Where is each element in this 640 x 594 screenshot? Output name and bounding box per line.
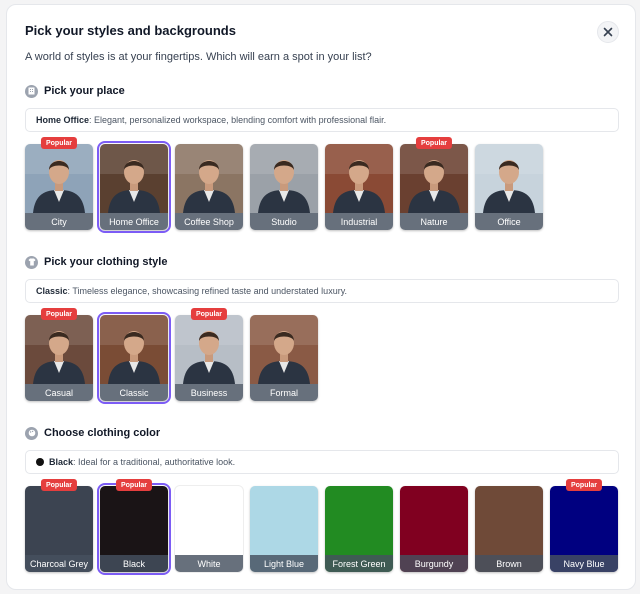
option-label: Coffee Shop xyxy=(175,213,243,230)
place-option-office[interactable]: Office xyxy=(475,144,543,230)
styles-dialog: Pick your styles and backgrounds A world… xyxy=(6,4,636,590)
close-icon xyxy=(603,27,613,37)
portrait-image xyxy=(25,144,93,213)
clothing-options: Casual Popular Classic Business Popular Forma… xyxy=(25,308,619,405)
clothing-option-business[interactable]: Business xyxy=(175,315,243,401)
close-button[interactable] xyxy=(597,21,619,43)
color-option-white[interactable]: White xyxy=(175,486,243,572)
color-swatch-dot xyxy=(36,458,44,466)
clothing-section: Pick your clothing style Classic : Timel… xyxy=(25,254,619,405)
color-option-forest-green[interactable]: Forest Green xyxy=(325,486,393,572)
clothing-description: Classic : Timeless elegance, showcasing … xyxy=(25,279,619,303)
color-selected-name: Black xyxy=(49,457,74,467)
place-option-industrial[interactable]: Industrial xyxy=(325,144,393,230)
option-label: Home Office xyxy=(100,213,168,230)
popular-badge: Popular xyxy=(40,479,78,491)
portrait-image xyxy=(175,315,243,384)
option-label: Light Blue xyxy=(250,555,318,572)
dialog-title: Pick your styles and backgrounds xyxy=(25,23,236,38)
option-label: Brown xyxy=(475,555,543,572)
option-label: Charcoal Grey xyxy=(25,555,93,572)
place-option-coffee-shop[interactable]: Coffee Shop xyxy=(175,144,243,230)
portrait-image xyxy=(175,144,243,213)
portrait-image xyxy=(250,144,318,213)
popular-badge: Popular xyxy=(40,308,78,320)
color-option-navy-blue[interactable]: Navy Blue xyxy=(550,486,618,572)
clothing-selected-desc: : Timeless elegance, showcasing refined … xyxy=(67,286,348,296)
portrait-image xyxy=(475,144,543,213)
dialog-subtitle: A world of styles is at your fingertips.… xyxy=(25,51,372,63)
option-label: Navy Blue xyxy=(550,555,618,572)
place-title: Pick your place xyxy=(44,85,125,97)
shirt-icon xyxy=(25,255,38,269)
popular-badge: Popular xyxy=(190,308,228,320)
option-label: Classic xyxy=(100,384,168,401)
color-section: Choose clothing color Black : Ideal for … xyxy=(25,425,619,576)
portrait-image xyxy=(250,315,318,384)
option-label: White xyxy=(175,555,243,572)
portrait-image xyxy=(325,144,393,213)
clothing-selected-name: Classic xyxy=(36,286,68,296)
option-label: Industrial xyxy=(325,213,393,230)
color-description: Black : Ideal for a traditional, authori… xyxy=(25,450,619,474)
clothing-option-classic[interactable]: Classic xyxy=(97,312,171,404)
place-selected-name: Home Office xyxy=(36,115,90,125)
option-label: Office xyxy=(475,213,543,230)
portrait-image xyxy=(100,144,168,213)
popular-badge: Popular xyxy=(40,137,78,149)
clothing-title: Pick your clothing style xyxy=(44,256,168,268)
color-option-burgundy[interactable]: Burgundy xyxy=(400,486,468,572)
clothing-option-casual[interactable]: Casual xyxy=(25,315,93,401)
place-option-home-office[interactable]: Home Office xyxy=(97,141,171,233)
color-option-black[interactable]: Black xyxy=(97,483,171,575)
option-label: Business xyxy=(175,384,243,401)
popular-badge: Popular xyxy=(565,479,603,491)
color-options: Charcoal Grey Popular Black Popular White Lig… xyxy=(25,479,619,576)
place-option-studio[interactable]: Studio xyxy=(250,144,318,230)
option-label: Black xyxy=(100,555,168,572)
place-selected-desc: : Elegant, personalized workspace, blend… xyxy=(89,115,387,125)
place-section: Pick your place Home Office : Elegant, p… xyxy=(25,83,619,234)
color-option-brown[interactable]: Brown xyxy=(475,486,543,572)
option-label: Casual xyxy=(25,384,93,401)
place-options: City Popular Home Office Coffee Shop Studio I… xyxy=(25,137,619,234)
option-label: Burgundy xyxy=(400,555,468,572)
option-label: Forest Green xyxy=(325,555,393,572)
clothing-option-formal[interactable]: Formal xyxy=(250,315,318,401)
option-label: Formal xyxy=(250,384,318,401)
portrait-image xyxy=(100,315,168,384)
place-option-nature[interactable]: Nature xyxy=(400,144,468,230)
place-description: Home Office : Elegant, personalized work… xyxy=(25,108,619,132)
portrait-image xyxy=(400,144,468,213)
color-title: Choose clothing color xyxy=(44,427,161,439)
option-label: Studio xyxy=(250,213,318,230)
option-label: Nature xyxy=(400,213,468,230)
option-label: City xyxy=(25,213,93,230)
popular-badge: Popular xyxy=(115,479,153,491)
place-option-city[interactable]: City xyxy=(25,144,93,230)
color-selected-desc: : Ideal for a traditional, authoritative… xyxy=(73,457,236,467)
popular-badge: Popular xyxy=(415,137,453,149)
palette-icon xyxy=(25,426,38,440)
color-option-charcoal-grey[interactable]: Charcoal Grey xyxy=(25,486,93,572)
portrait-image xyxy=(25,315,93,384)
building-icon xyxy=(25,84,38,98)
color-option-light-blue[interactable]: Light Blue xyxy=(250,486,318,572)
